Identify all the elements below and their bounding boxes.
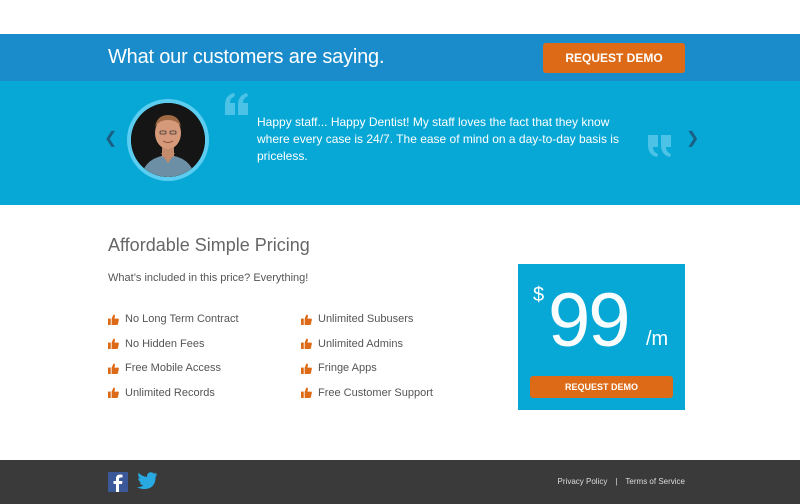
feature-label: Fringe Apps — [318, 362, 377, 375]
privacy-policy-link[interactable]: Privacy Policy — [558, 477, 608, 486]
footer-separator: | — [615, 477, 618, 486]
thumbs-up-icon — [108, 338, 119, 350]
chevron-left-icon[interactable]: ❮ — [104, 131, 117, 147]
testimonial-quote: Happy staff... Happy Dentist! My staff l… — [257, 115, 619, 163]
feature-label: Free Mobile Access — [125, 362, 221, 375]
features-list-right: Unlimited Subusers Unlimited Admins Frin… — [301, 307, 433, 405]
feature-label: Unlimited Admins — [318, 337, 403, 350]
thumbs-up-icon — [301, 363, 312, 374]
thumbs-up-icon — [301, 314, 312, 325]
price-card: $ 99 /m REQUEST DEMO — [518, 264, 685, 410]
feature-item: Unlimited Admins — [301, 332, 433, 357]
quote-open-icon — [225, 93, 248, 115]
feature-label: Free Customer Support — [318, 386, 433, 399]
quote-close-icon — [648, 135, 671, 157]
chevron-right-icon[interactable]: ❯ — [686, 131, 699, 147]
feature-item: Free Mobile Access — [108, 356, 239, 381]
feature-label: Unlimited Subusers — [318, 313, 414, 326]
feature-item: Free Customer Support — [301, 381, 433, 406]
feature-item: No Long Term Contract — [108, 307, 239, 332]
feature-label: No Hidden Fees — [125, 337, 205, 350]
price-amount: 99 — [548, 278, 631, 363]
avatar — [131, 103, 205, 177]
thumbs-up-icon — [301, 338, 312, 350]
thumbs-up-icon — [108, 314, 119, 325]
twitter-icon[interactable] — [136, 471, 158, 491]
pricing-subtitle: What’s included in this price? Everythin… — [108, 272, 309, 284]
pricing-section: Affordable Simple Pricing What’s include… — [0, 205, 800, 460]
testimonial-banner: What our customers are saying. REQUEST D… — [0, 34, 800, 81]
avatar-frame — [127, 99, 209, 181]
thumbs-up-icon — [301, 387, 312, 399]
thumbs-up-icon — [108, 363, 119, 374]
price-currency: $ — [533, 284, 545, 306]
thumbs-up-icon — [108, 387, 119, 399]
footer: Privacy Policy | Terms of Service — [0, 460, 800, 504]
footer-links: Privacy Policy | Terms of Service — [558, 477, 685, 486]
price-period: /m — [646, 328, 669, 350]
testimonial-section: ❮ Happy staff... Happy Dentist! My staff… — [0, 81, 800, 205]
features-list-left: No Long Term Contract No Hidden Fees Fre… — [108, 307, 239, 405]
feature-item: Unlimited Records — [108, 381, 239, 406]
feature-label: Unlimited Records — [125, 386, 215, 399]
facebook-icon[interactable] — [108, 472, 128, 492]
feature-item: Unlimited Subusers — [301, 307, 433, 332]
pricing-title: Affordable Simple Pricing — [108, 235, 310, 255]
request-demo-button[interactable]: REQUEST DEMO — [543, 43, 685, 73]
banner-title: What our customers are saying. — [108, 46, 385, 68]
price-request-demo-button[interactable]: REQUEST DEMO — [530, 376, 673, 398]
feature-label: No Long Term Contract — [125, 313, 239, 326]
feature-item: Fringe Apps — [301, 356, 433, 381]
top-spacer — [0, 0, 800, 34]
feature-item: No Hidden Fees — [108, 332, 239, 357]
terms-of-service-link[interactable]: Terms of Service — [625, 477, 685, 486]
